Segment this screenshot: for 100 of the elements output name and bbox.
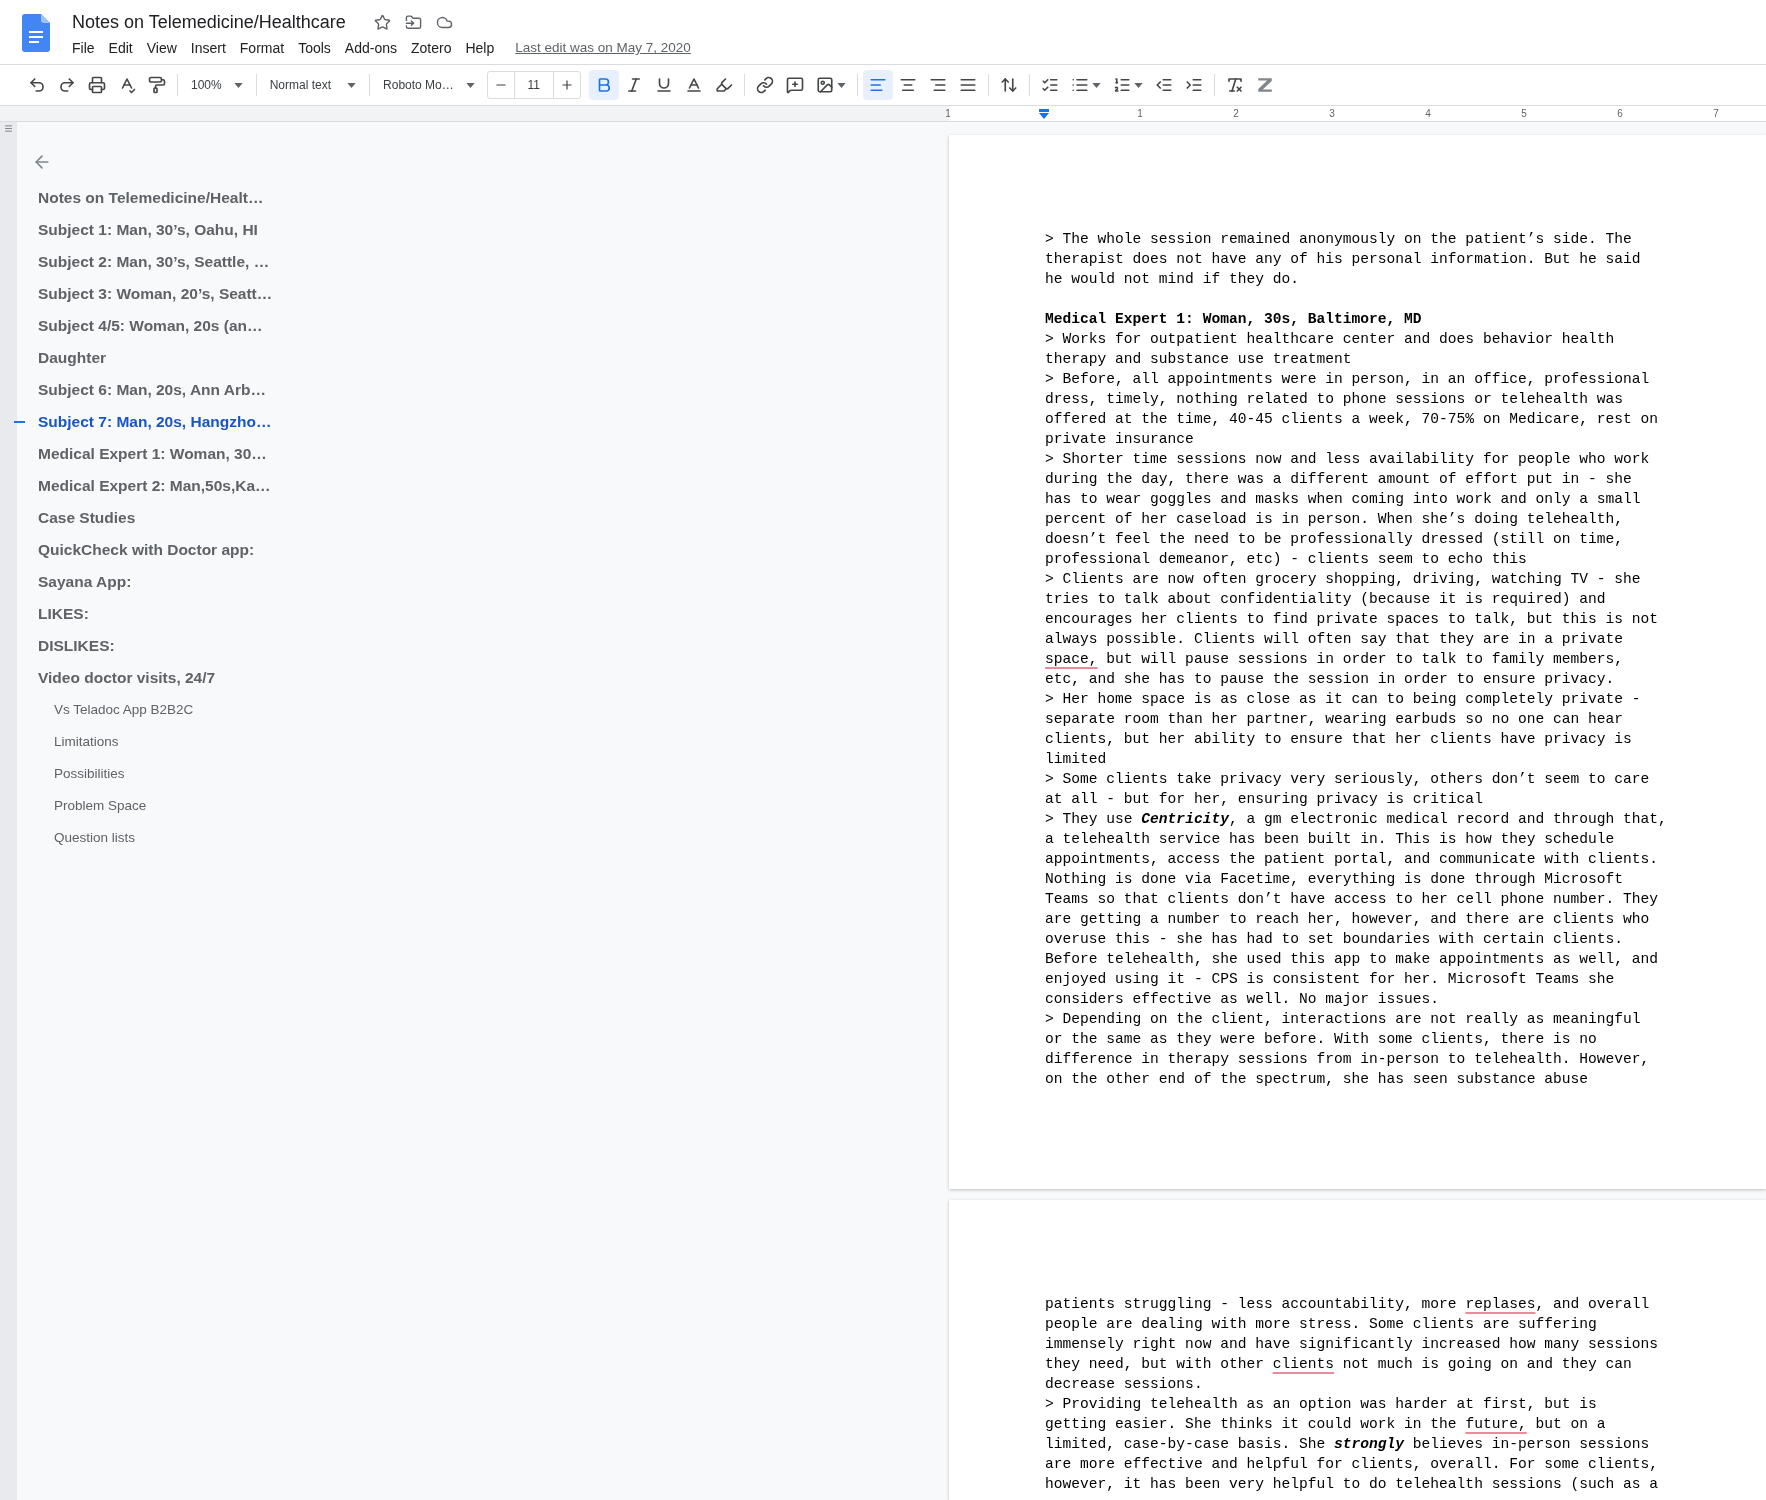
caret-icon [465, 82, 475, 88]
ruler-number: 6 [1617, 107, 1623, 121]
outline-item[interactable]: Subject 2: Man, 30’s, Seattle, … [38, 250, 270, 274]
image-icon [815, 76, 834, 94]
text-line: are getting a number to reach her, however, and there are clients who [1045, 910, 1650, 929]
text-line: limited, case-by-case basis. She strongly believes in-person sessions [1045, 1435, 1650, 1454]
menu-item[interactable]: Add-ons [337, 38, 404, 59]
bold-button[interactable] [588, 70, 619, 100]
outline-item[interactable]: Possibilities [54, 763, 125, 785]
move-folder-icon[interactable] [404, 13, 422, 31]
align-center-icon [898, 76, 917, 94]
outline-item[interactable]: Problem Space [54, 795, 147, 817]
text-line: Teams so that clients don’t have access to her cell phone number. They [1045, 890, 1659, 909]
font-dropdown[interactable]: Roboto Mo… [375, 76, 483, 94]
text-line: at all - but for her, ensuring privacy is critical [1045, 790, 1483, 809]
menu-item[interactable]: Tools [291, 38, 338, 59]
paint-roller-icon [148, 76, 166, 94]
last-edit-link[interactable]: Last edit was on May 7, 2020 [515, 38, 691, 59]
text-line: > Depending on the client, interactions are not really as meaningful [1045, 1010, 1641, 1029]
outline-item[interactable]: Question lists [54, 827, 136, 849]
outline-item[interactable]: Sayana App: [38, 570, 132, 594]
text-line: > Some clients take privacy very seriously, others don’t seem to care [1045, 770, 1650, 789]
document-title[interactable]: Notes on Telemedicine/Healthcare [72, 8, 346, 36]
outline-item[interactable]: DISLIKES: [38, 634, 115, 658]
menu-item[interactable]: View [139, 38, 184, 59]
text-line: during the day, there was a different amount of effort put in - she [1045, 470, 1632, 489]
style-dropdown[interactable]: Normal text [261, 76, 365, 94]
text-line: enjoyed using it - CPS is consistent for her. Microsoft Teams she [1045, 970, 1615, 989]
text-line: has to wear goggles and masks when coming into work and only a small [1045, 490, 1641, 509]
menu-item[interactable]: File [72, 38, 102, 59]
indent-marker-icon[interactable] [1039, 108, 1049, 119]
align-left-button[interactable] [862, 70, 893, 100]
text-line: on the other end of the spectrum, she has seen substance abuse [1045, 1070, 1588, 1089]
outline-item[interactable]: Notes on Telemedicine/Healt… [38, 186, 264, 210]
text-line: dress, timely, nothing related to phone sessions or telehealth was [1045, 390, 1623, 409]
text-line: patients struggling - less accountability, more replases, and overall [1045, 1295, 1650, 1314]
checklist-icon [1040, 76, 1059, 94]
text-line: space, but will pause sessions in order to talk to family members, [1045, 650, 1623, 669]
highlighter-icon [714, 76, 733, 94]
outline-item[interactable]: Subject 7: Man, 20s, Hangzho… [38, 410, 272, 434]
undo-icon [28, 76, 46, 94]
text-line: therapy and substance use treatment [1045, 350, 1352, 369]
ruler-number: 2 [1233, 107, 1239, 121]
text-line: immensely right now and have significantly increased how many sessions [1045, 1335, 1659, 1354]
text-line: therapist does not have any of his personal information. But he said [1045, 250, 1641, 269]
outline-item[interactable]: Subject 3: Woman, 20’s, Seatt… [38, 282, 273, 306]
text-line: > Clients are now often grocery shopping, driving, watching TV - she [1045, 570, 1641, 589]
text-line: always possible. Clients will often say that they are in a private [1045, 630, 1623, 649]
text-line: > Providing telehealth as an option was harder at first, but is [1045, 1395, 1597, 1414]
clear-formatting-icon [1225, 76, 1244, 94]
outline-item[interactable]: Case Studies [38, 506, 136, 530]
justify-icon [958, 76, 977, 94]
increase-indent-icon [1184, 76, 1203, 94]
text-line: people are dealing with more stress. Some clients are suffering [1045, 1315, 1597, 1334]
text-line: > Before, all appointments were in person, in an office, professional [1045, 370, 1650, 389]
text-line: > Her home space is as close as it can to being completely private - [1045, 690, 1641, 709]
outline-item[interactable]: Medical Expert 1: Woman, 30… [38, 442, 267, 466]
text-line: separate room than her partner, wearing earbuds so no one can hear [1045, 710, 1623, 729]
outline-item[interactable]: Daughter [38, 346, 107, 370]
outline-item[interactable]: LIKES: [38, 602, 89, 626]
text-line: difference in therapy sessions from in-person to telehealth. However, [1045, 1050, 1650, 1069]
menu-item[interactable]: Edit [101, 38, 140, 59]
text-line: professional demeanor, etc) - clients seem to echo this [1045, 550, 1527, 569]
text-line: percent of her caseload is in person. When she’s doing telehealth, [1045, 510, 1623, 529]
menu-icon[interactable] [4, 124, 13, 133]
add-comment-icon [785, 76, 804, 94]
z-logo-icon [1255, 76, 1274, 94]
outline-item[interactable]: Limitations [54, 731, 119, 753]
text-line: or the same as they were before. With some clients, there is no [1045, 1030, 1597, 1049]
outline-item[interactable]: QuickCheck with Doctor app: [38, 538, 255, 562]
text-line: getting easier. She thinks it could work in the future, but on a [1045, 1415, 1606, 1434]
outline-item[interactable]: Video doctor visits, 24/7 [38, 666, 216, 690]
text-line: a telehealth service has been built in. This is how they schedule [1045, 830, 1615, 849]
text-line: considers effective as well. No major issues. [1045, 990, 1440, 1009]
numbered-list-icon [1112, 76, 1131, 94]
menu-item[interactable]: Insert [183, 38, 233, 59]
menu-item[interactable]: Format [232, 38, 292, 59]
zoom-dropdown[interactable]: 100% [183, 76, 251, 94]
outline-item[interactable]: Vs Teladoc App B2B2C [54, 699, 194, 721]
text-line: they need, but with other clients not much is going on and they can [1045, 1355, 1632, 1374]
star-icon[interactable] [373, 13, 391, 31]
text-line: overuse this - she has had to set boundaries with certain clients. [1045, 930, 1623, 949]
outline-item[interactable]: Subject 4/5: Woman, 20s (an… [38, 314, 263, 338]
outline-item[interactable]: Subject 1: Man, 30’s, Oahu, HI [38, 218, 258, 242]
text-line: > Shorter time sessions now and less availability for people who work [1045, 450, 1650, 469]
caret-icon [347, 82, 357, 88]
bulleted-list-icon [1070, 76, 1089, 94]
align-right-icon [928, 76, 947, 94]
text-line: are more effective and helpful for clients, overall. For some clients, [1045, 1455, 1659, 1474]
text-line: Before telehealth, she used this app to make appointments as well, and [1045, 950, 1659, 969]
outline-item[interactable]: Medical Expert 2: Man,50s,Ka… [38, 474, 271, 498]
docs-logo-icon[interactable] [22, 14, 50, 52]
menu-item[interactable]: Help [458, 38, 502, 59]
ruler-number: 1 [945, 107, 951, 121]
menu-item[interactable]: Zotero [404, 38, 459, 59]
outline-item[interactable]: Subject 6: Man, 20s, Ann Arb… [38, 378, 266, 402]
text-color-icon [684, 76, 703, 94]
text-line: encourages her clients to find private spaces to talk, but this is not [1045, 610, 1659, 629]
ruler-number: 5 [1521, 107, 1527, 121]
text-line: however, it has been very helpful to do telehealth sessions (such as a [1045, 1475, 1659, 1494]
